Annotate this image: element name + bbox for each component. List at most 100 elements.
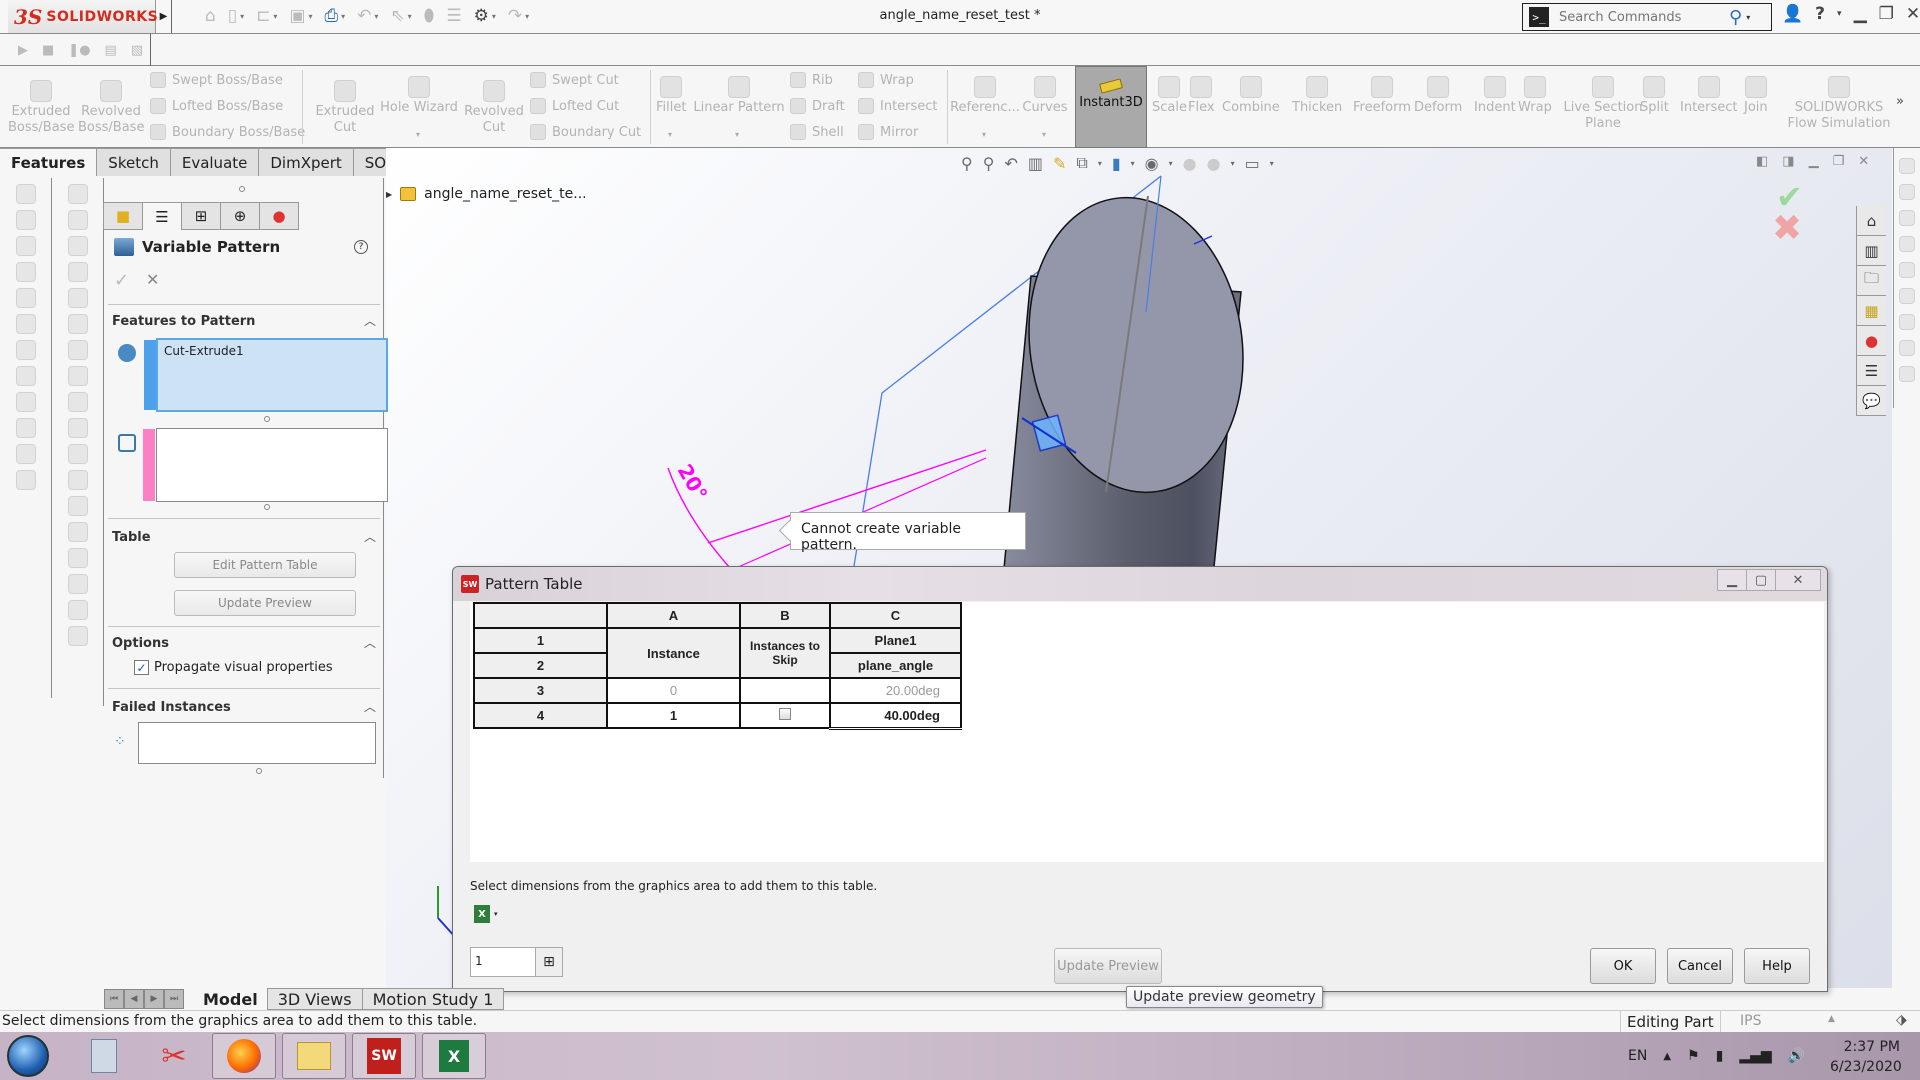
configuration-manager-tab[interactable]: ⊞ — [181, 202, 221, 230]
cancel-button[interactable]: ✕ — [146, 270, 159, 289]
action-center-flag-icon[interactable]: ⚑ — [1687, 1048, 1700, 1064]
tool-freeform-button[interactable]: Freeform — [1353, 76, 1411, 116]
expand-caret-icon[interactable]: ▶ — [386, 190, 392, 199]
display-style-icon[interactable]: ▮ — [1112, 154, 1121, 173]
toolbar-tool-icon[interactable] — [15, 288, 36, 308]
toolbar-tool-icon[interactable] — [15, 366, 36, 386]
macro-stop-icon[interactable]: ■ — [42, 43, 54, 58]
toolbar-tool-icon[interactable] — [67, 574, 88, 594]
tab-model[interactable]: Model — [193, 988, 268, 1010]
more-commands-button[interactable]: » — [1896, 94, 1904, 110]
tree-root-label[interactable]: angle_name_reset_te... — [424, 186, 586, 202]
sketch-tool-icon[interactable] — [1899, 366, 1915, 382]
ok-button[interactable]: OK — [1590, 948, 1656, 984]
unit-system[interactable]: IPS — [1740, 1013, 1761, 1029]
tab-evaluate[interactable]: Evaluate — [169, 148, 260, 176]
skip-cell[interactable] — [739, 677, 831, 704]
value-cell[interactable]: 20.00deg — [829, 677, 962, 704]
toolbar-tool-icon[interactable] — [15, 444, 36, 464]
toolbar-tool-icon[interactable] — [67, 288, 88, 308]
instance-cell[interactable]: 1 — [606, 702, 741, 729]
units-arrow-icon[interactable]: ▲ — [1828, 1014, 1835, 1024]
linear-pattern-button[interactable]: Linear Pattern — [692, 76, 786, 116]
taskbar-file-explorer[interactable] — [282, 1033, 346, 1079]
linear-pattern-dropdown[interactable]: ▾ — [735, 130, 739, 139]
intersect-button[interactable]: Intersect — [858, 98, 938, 114]
resize-grip[interactable] — [256, 768, 262, 774]
toolbar-tool-icon[interactable] — [15, 262, 36, 282]
taskbar-calculator[interactable] — [72, 1033, 136, 1079]
instance-cell[interactable]: 0 — [606, 677, 741, 704]
tool-join-button[interactable]: Join — [1744, 76, 1768, 116]
hide-show-items-icon[interactable]: ◉ — [1145, 154, 1159, 173]
curves-button[interactable]: Curves — [1020, 76, 1070, 116]
apply-scene-icon[interactable]: ● — [1207, 154, 1221, 173]
row-header[interactable]: 3 — [473, 677, 608, 704]
taskbar-firefox[interactable] — [212, 1033, 276, 1079]
toolbar-tool-icon[interactable] — [15, 210, 36, 230]
taskbar-excel[interactable]: X — [422, 1033, 486, 1079]
help-button[interactable]: ? — [354, 240, 368, 254]
skip-checkbox[interactable] — [779, 708, 791, 720]
help-button[interactable]: Help — [1744, 948, 1810, 984]
sketch-tool-icon[interactable] — [1899, 210, 1915, 226]
solidworks-resources-icon[interactable]: ⌂ — [1857, 206, 1886, 236]
undo-icon[interactable]: ↶ — [357, 6, 371, 26]
save-dropdown[interactable]: ▾ — [309, 12, 313, 21]
volume-icon[interactable]: 🔊 — [1788, 1048, 1805, 1064]
redo-icon[interactable]: ↷ — [508, 6, 522, 26]
file-explorer-icon[interactable]: 🗀 — [1857, 266, 1886, 296]
reference-selection-box[interactable] — [143, 428, 388, 502]
update-preview-button[interactable]: Update Preview — [1054, 948, 1162, 984]
boundary-boss-button[interactable]: Boundary Boss/Base — [150, 124, 305, 140]
view-orientation-dropdown[interactable]: ▾ — [1098, 159, 1102, 168]
toolbar-tool-icon[interactable] — [67, 392, 88, 412]
toolbar-tool-icon[interactable] — [67, 600, 88, 620]
draft-button[interactable]: Draft — [790, 98, 845, 114]
column-header-b[interactable]: B — [739, 602, 831, 629]
home-icon[interactable]: ⌂ — [205, 6, 216, 26]
hole-wizard-dropdown[interactable]: ▾ — [416, 130, 420, 139]
custom-properties-icon[interactable]: ☰ — [1857, 356, 1886, 386]
excel-export-button[interactable]: X ▾ — [474, 905, 498, 923]
show-hidden-icons[interactable]: ▲ — [1663, 1051, 1671, 1062]
view-orientation-icon[interactable]: ⧉ — [1076, 153, 1087, 173]
features-selection-box[interactable]: Cut-Extrude1 — [144, 338, 388, 412]
reference-dropdown[interactable]: ▾ — [982, 130, 986, 139]
view-settings-dropdown[interactable]: ▾ — [1270, 159, 1274, 168]
options-dropdown[interactable]: ▾ — [492, 12, 496, 21]
view-settings-icon[interactable]: ▭ — [1245, 154, 1260, 173]
sketch-tool-icon[interactable] — [1899, 314, 1915, 330]
toolbar-tool-icon[interactable] — [67, 548, 88, 568]
search-input[interactable] — [1559, 9, 1729, 25]
fillet-dropdown[interactable]: ▾ — [668, 130, 672, 139]
tool-split-button[interactable]: Split — [1640, 76, 1669, 116]
taskbar-snipping-tool[interactable]: ✂ — [142, 1033, 206, 1079]
select-arrow-icon[interactable]: ⇖ — [390, 6, 404, 26]
mirror-button[interactable]: Mirror — [858, 124, 918, 140]
edit-appearance-icon[interactable]: ● — [1183, 154, 1197, 173]
tool-thicken-button[interactable]: Thicken — [1292, 76, 1342, 116]
toolbar-tool-icon[interactable] — [67, 418, 88, 438]
toolbar-tool-icon[interactable] — [67, 444, 88, 464]
edit-pattern-table-button[interactable]: Edit Pattern Table — [174, 552, 356, 578]
display-manager-tab[interactable]: ● — [259, 202, 299, 230]
dimension-header-cell[interactable]: plane_angle — [829, 652, 962, 679]
dialog-maximize-icon[interactable]: ▢ — [1746, 569, 1776, 591]
toolbar-tool-icon[interactable] — [67, 210, 88, 230]
tool-indent-button[interactable]: Indent — [1474, 76, 1516, 116]
instance-count-input[interactable]: 1 — [470, 947, 536, 977]
toolbar-tool-icon[interactable] — [15, 314, 36, 334]
toolbar-tool-icon[interactable] — [15, 184, 36, 204]
skip-header-cell[interactable]: Instances to Skip — [739, 627, 831, 679]
hide-show-dropdown[interactable]: ▾ — [1169, 159, 1173, 168]
open-folder-icon[interactable]: ⊏ — [256, 6, 270, 26]
swept-boss-button[interactable]: Swept Boss/Base — [150, 72, 283, 88]
sketch-tool-icon[interactable] — [1899, 158, 1915, 174]
column-header-a[interactable]: A — [606, 602, 741, 629]
boundary-cut-button[interactable]: Boundary Cut — [530, 124, 641, 140]
add-rows-button[interactable]: ⊞ — [535, 947, 563, 977]
resize-grip[interactable] — [264, 504, 270, 510]
toolbar-tool-icon[interactable] — [67, 314, 88, 334]
revolved-cut-button[interactable]: Revolved Cut — [458, 80, 530, 136]
